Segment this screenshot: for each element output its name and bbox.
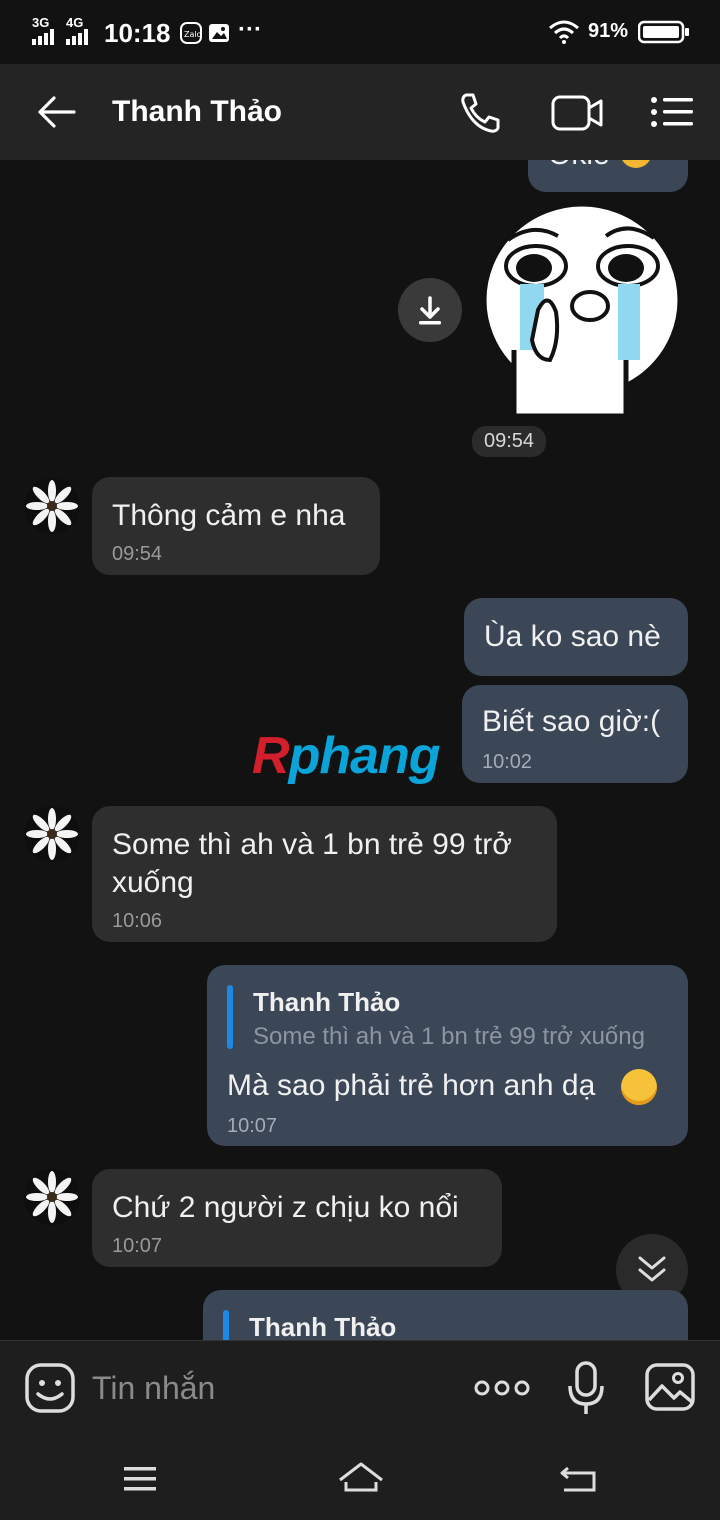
- incoming-message[interactable]: Chứ 2 người z chịu ko nổi 10:07: [92, 1169, 502, 1267]
- quote-sender: Thanh Thảo: [249, 1312, 397, 1342]
- battery-percent: 91%: [588, 20, 629, 42]
- message-input[interactable]: Tin nhắn: [92, 1370, 215, 1407]
- outgoing-message[interactable]: Ùa ko sao nè: [464, 598, 688, 676]
- grinning-emoji-icon: [621, 1069, 657, 1105]
- sticker-timestamp: 09:54: [472, 426, 547, 457]
- daisy-avatar-icon: [26, 808, 78, 860]
- contact-avatar[interactable]: [24, 1169, 80, 1225]
- incoming-message[interactable]: Thông cảm e nha 09:54: [92, 477, 380, 575]
- outgoing-reply-message[interactable]: Thanh Thảo Some thì ah và 1 bn trẻ 99 tr…: [207, 965, 688, 1146]
- back-arrow-icon[interactable]: [36, 94, 76, 130]
- phone-call-icon[interactable]: [458, 92, 502, 134]
- download-icon: [419, 296, 441, 325]
- daisy-avatar-icon: [26, 480, 78, 532]
- microphone-icon[interactable]: [566, 1360, 606, 1416]
- home-icon[interactable]: [336, 1460, 386, 1494]
- quote-sender: Thanh Thảo: [253, 987, 401, 1017]
- wifi-icon: [549, 20, 579, 44]
- watermark-logo: Rphang: [252, 727, 441, 785]
- header-cover: [0, 64, 720, 160]
- contact-avatar[interactable]: [24, 806, 80, 862]
- sticker-emoji-icon[interactable]: [24, 1362, 76, 1414]
- daisy-avatar-icon: [26, 1171, 78, 1223]
- recent-apps-icon[interactable]: [122, 1465, 158, 1493]
- signal-4g-icon: 4G: [66, 16, 96, 45]
- contact-name[interactable]: Thanh Thảo: [112, 95, 282, 129]
- incoming-message[interactable]: Some thì ah và 1 bn trẻ 99 trở xuống 10:…: [92, 806, 557, 942]
- more-notifications-icon: ···: [238, 16, 262, 43]
- outgoing-message[interactable]: Biết sao giờ:( 10:02: [462, 685, 688, 783]
- video-call-icon[interactable]: [550, 94, 604, 132]
- battery-icon: [638, 20, 689, 44]
- svg-text:Zalo: Zalo: [184, 30, 202, 39]
- quote-text: Some thì ah và 1 bn trẻ 99 trở xuống: [253, 1023, 645, 1050]
- chat-menu-icon[interactable]: [650, 96, 694, 128]
- more-options-icon[interactable]: [474, 1376, 530, 1400]
- zalo-notification-icon: Zalo: [180, 22, 202, 44]
- contact-avatar[interactable]: [24, 478, 80, 534]
- back-nav-icon[interactable]: [560, 1462, 598, 1494]
- gallery-notification-icon: [209, 24, 229, 42]
- download-button[interactable]: [398, 278, 462, 342]
- quote-bar: [227, 985, 233, 1049]
- crying-sticker[interactable]: [478, 200, 684, 422]
- image-gallery-icon[interactable]: [644, 1362, 696, 1412]
- status-bar: 3G 4G 10:18 Zalo ··· 91%: [0, 0, 720, 64]
- clock: 10:18: [104, 18, 171, 48]
- signal-3g-icon: 3G: [32, 16, 60, 45]
